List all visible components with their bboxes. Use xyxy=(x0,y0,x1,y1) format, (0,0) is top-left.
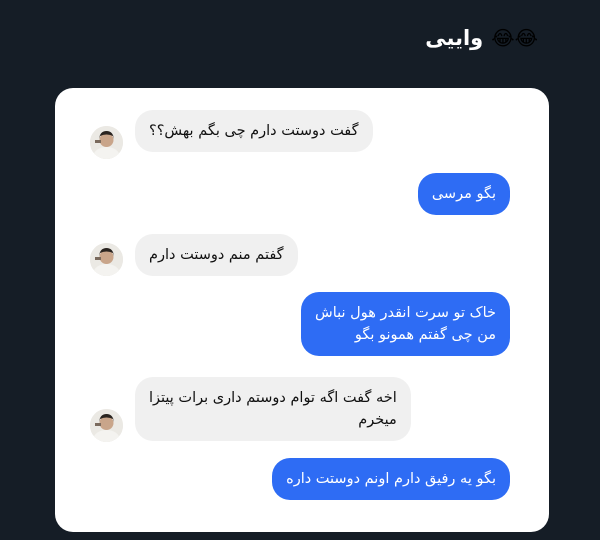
received-message-bubble[interactable]: گفت دوستت دارم چی بگم بهش؟؟ xyxy=(135,110,373,152)
message-text: من چی گفتم همونو بگو xyxy=(354,327,496,343)
sent-message-bubble[interactable]: بگو مرسی xyxy=(417,173,510,215)
post-page: واییی 😂😂 گفت دوستت دارم چی بگم بهش؟؟ بگو… xyxy=(0,0,600,540)
laughing-emoji-icon: 😂😂 xyxy=(491,26,538,50)
sent-message-bubble[interactable]: بگو یه رفیق دارم اونم دوستت داره xyxy=(272,458,510,500)
post-header: واییی 😂😂 xyxy=(425,26,538,50)
message-text: بگو یه رفیق دارم اونم دوستت داره xyxy=(286,471,496,487)
message-text: خاک تو سرت انقدر هول نباش xyxy=(315,305,496,321)
contact-avatar[interactable] xyxy=(90,409,123,442)
message-text: گفت دوستت دارم چی بگم بهش؟؟ xyxy=(149,123,359,139)
sent-message-bubble[interactable]: خاک تو سرت انقدر هول نباش من چی گفتم همو… xyxy=(301,292,510,356)
message-text: بگو مرسی xyxy=(431,186,496,202)
received-message-bubble[interactable]: اخه گفت اگه توام دوستم داری برات پیتزا م… xyxy=(135,377,411,441)
message-text: گفتم منم دوستت دارم xyxy=(149,247,284,263)
post-title: واییی xyxy=(425,26,484,50)
contact-avatar[interactable] xyxy=(90,126,123,159)
message-text: اخه گفت اگه توام دوستم داری برات پیتزا xyxy=(149,390,397,406)
received-message-bubble[interactable]: گفتم منم دوستت دارم xyxy=(135,234,298,276)
contact-avatar[interactable] xyxy=(90,243,123,276)
message-text: میخرم xyxy=(358,412,397,428)
chat-screenshot[interactable]: گفت دوستت دارم چی بگم بهش؟؟ بگو مرسی گفت… xyxy=(55,88,549,532)
